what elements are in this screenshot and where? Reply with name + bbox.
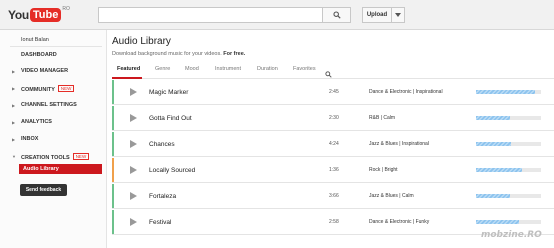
upload-button[interactable]: Upload xyxy=(362,7,392,23)
search-icon xyxy=(332,11,341,19)
play-icon[interactable] xyxy=(130,114,137,122)
subtitle-emphasis: For free. xyxy=(223,51,246,57)
sidebar-item-dashboard[interactable]: DASHBOARD xyxy=(21,52,57,58)
sidebar-item-inbox[interactable]: INBOX xyxy=(21,136,38,142)
track-accent-bar xyxy=(112,184,114,208)
track-accent-bar xyxy=(112,106,114,130)
track-duration: 4:24 xyxy=(329,141,339,147)
play-icon[interactable] xyxy=(130,88,137,96)
tab-bar: Featured Genre Mood Instrument Duration … xyxy=(112,61,554,79)
sidebar: Ionut Balan DASHBOARD ▶ VIDEO MANAGER ▶ … xyxy=(0,30,107,248)
active-tab-indicator xyxy=(112,77,142,79)
search-icon xyxy=(325,71,332,78)
tab-genre[interactable]: Genre xyxy=(155,66,170,72)
search-input[interactable] xyxy=(98,7,323,23)
track-accent-bar xyxy=(112,210,114,234)
track-title: Fortaleza xyxy=(149,193,177,200)
watermark: mobzine.RO xyxy=(481,230,542,240)
track-row[interactable]: Fortaleza 3:66 Jazz & Blues | Calm xyxy=(112,184,554,209)
sidebar-item-community[interactable]: COMMUNITY NEW xyxy=(21,85,75,93)
logo-tube-text: Tube xyxy=(29,8,62,22)
track-title: Festival xyxy=(149,219,172,226)
tab-favorites[interactable]: Favorites xyxy=(293,66,316,72)
chevron-down-icon xyxy=(395,13,401,17)
track-accent-bar xyxy=(112,132,114,156)
logo-region-text: RO xyxy=(62,6,70,12)
track-title: Magic Marker xyxy=(149,89,189,96)
collapse-arrow-icon[interactable]: ▼ xyxy=(12,154,16,159)
track-duration: 1:36 xyxy=(329,167,339,173)
popularity-bar xyxy=(476,220,541,224)
popularity-bar-fill xyxy=(476,194,511,198)
popularity-bar xyxy=(476,116,541,120)
popularity-bar xyxy=(476,142,541,146)
popularity-bar-fill xyxy=(476,220,519,224)
page-subtitle: Download background music for your video… xyxy=(112,51,245,57)
youtube-logo[interactable]: You Tube RO xyxy=(8,5,70,25)
sidebar-item-channel-settings[interactable]: CHANNEL SETTINGS xyxy=(21,102,77,108)
subtitle-text: Download background music for your video… xyxy=(112,51,224,57)
track-genre-mood: R&B | Calm xyxy=(369,115,396,121)
popularity-bar-fill xyxy=(476,116,510,120)
popularity-bar-fill xyxy=(476,142,512,146)
track-duration: 2:45 xyxy=(329,89,339,95)
upload-menu-button[interactable] xyxy=(391,7,405,23)
track-duration: 3:66 xyxy=(329,193,339,199)
expand-arrow-icon[interactable]: ▶ xyxy=(12,86,15,91)
popularity-bar xyxy=(476,168,541,172)
play-icon[interactable] xyxy=(130,166,137,174)
track-duration: 2:58 xyxy=(329,219,339,225)
tab-featured[interactable]: Featured xyxy=(117,66,140,72)
search-button[interactable] xyxy=(323,7,351,23)
sidebar-item-audio-library[interactable]: Audio Library xyxy=(19,164,102,174)
expand-arrow-icon[interactable]: ▶ xyxy=(12,69,15,74)
tab-mood[interactable]: Mood xyxy=(185,66,199,72)
play-icon[interactable] xyxy=(130,140,137,148)
play-icon[interactable] xyxy=(130,218,137,226)
track-row[interactable]: Gotta Find Out 2:30 R&B | Calm xyxy=(112,106,554,131)
expand-arrow-icon[interactable]: ▶ xyxy=(12,137,15,142)
track-genre-mood: Dance & Electronic | Inspirational xyxy=(369,89,443,95)
expand-arrow-icon[interactable]: ▶ xyxy=(12,120,15,125)
sidebar-item-analytics[interactable]: ANALYTICS xyxy=(21,119,52,125)
track-duration: 2:30 xyxy=(329,115,339,121)
sidebar-item-label: CREATION TOOLS xyxy=(21,155,70,161)
tab-duration[interactable]: Duration xyxy=(257,66,278,72)
track-genre-mood: Dance & Electronic | Funky xyxy=(369,219,430,225)
send-feedback-button[interactable]: Send feedback xyxy=(20,184,67,196)
track-accent-bar xyxy=(112,80,114,104)
sidebar-item-creation-tools[interactable]: CREATION TOOLS NEW xyxy=(21,153,90,161)
play-icon[interactable] xyxy=(130,192,137,200)
top-bar: You Tube RO Upload xyxy=(0,0,554,30)
new-badge: NEW xyxy=(72,153,90,160)
track-genre-mood: Jazz & Blues | Inspirational xyxy=(369,141,429,147)
track-genre-mood: Rock | Bright xyxy=(369,167,398,173)
page-title: Audio Library xyxy=(112,36,171,47)
track-accent-bar xyxy=(112,158,114,182)
sidebar-item-label: COMMUNITY xyxy=(21,87,55,93)
channel-user-name[interactable]: Ionut Balan xyxy=(21,37,49,43)
track-row[interactable]: Chances 4:24 Jazz & Blues | Inspirational xyxy=(112,132,554,157)
track-title: Gotta Find Out xyxy=(149,115,192,122)
expand-arrow-icon[interactable]: ▶ xyxy=(12,103,15,108)
logo-you-text: You xyxy=(8,8,29,22)
track-title: Chances xyxy=(149,141,175,148)
tab-instrument[interactable]: Instrument xyxy=(215,66,241,72)
popularity-bar xyxy=(476,194,541,198)
track-row[interactable]: Locally Sourced 1:36 Rock | Bright xyxy=(112,158,554,183)
sidebar-divider xyxy=(10,46,102,47)
popularity-bar-fill xyxy=(476,168,522,172)
popularity-bar-fill xyxy=(476,90,535,94)
track-row[interactable]: Magic Marker 2:45 Dance & Electronic | Ins… xyxy=(112,80,554,105)
new-badge: NEW xyxy=(57,85,75,92)
popularity-bar xyxy=(476,90,541,94)
track-genre-mood: Jazz & Blues | Calm xyxy=(369,193,414,199)
sidebar-item-video-manager[interactable]: VIDEO MANAGER xyxy=(21,68,68,74)
track-title: Locally Sourced xyxy=(149,167,196,174)
